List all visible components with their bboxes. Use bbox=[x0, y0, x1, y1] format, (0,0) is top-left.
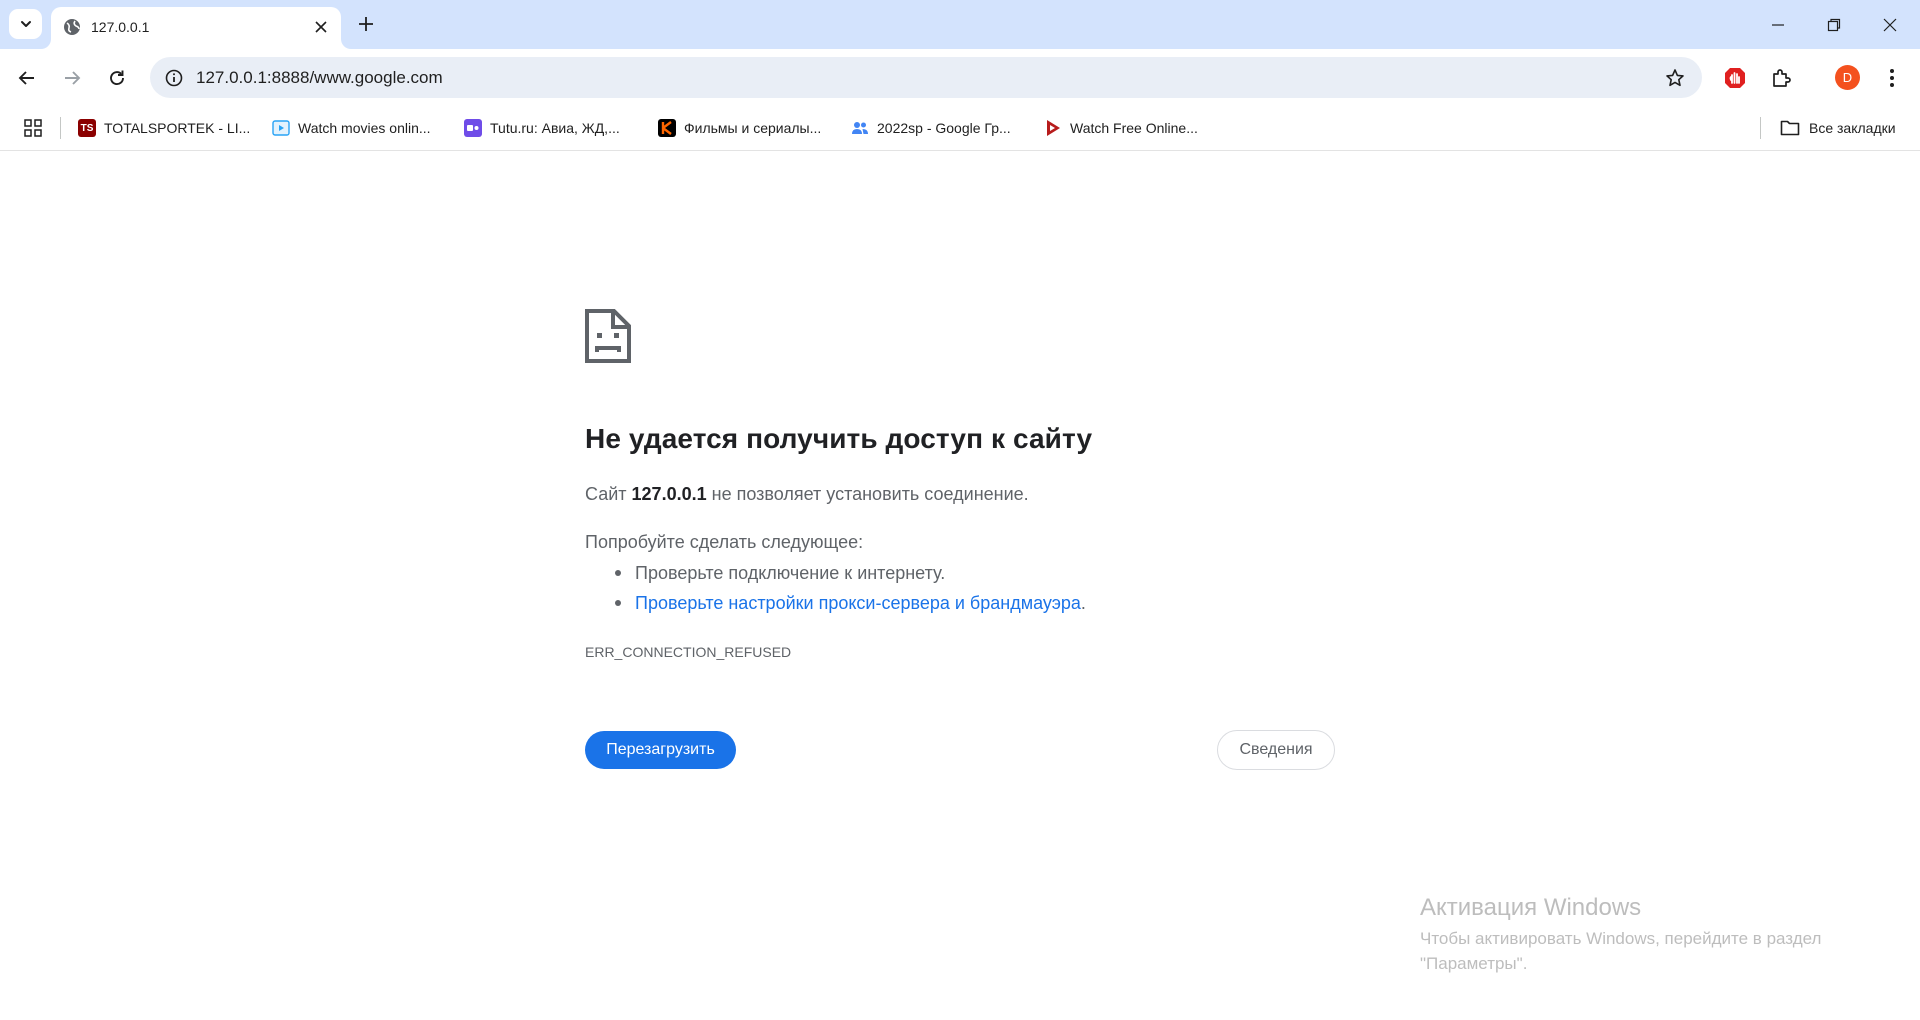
tab-title: 127.0.0.1 bbox=[91, 19, 150, 35]
bookmarks-divider bbox=[1760, 117, 1761, 139]
error-heading: Не удается получить доступ к сайту bbox=[585, 423, 1093, 454]
url-text[interactable]: 127.0.0.1:8888/www.google.com bbox=[196, 68, 443, 88]
error-host: 127.0.0.1 bbox=[631, 484, 707, 504]
chevron-down-icon bbox=[20, 21, 31, 27]
tab-close-button[interactable] bbox=[311, 17, 331, 37]
star-icon bbox=[1666, 69, 1684, 87]
windows-activation-text: Чтобы активировать Windows, перейдите в … bbox=[1420, 929, 1822, 973]
proxy-firewall-link[interactable]: Проверьте настройки прокси-сервера и бра… bbox=[635, 593, 1081, 613]
profile-avatar[interactable]: D bbox=[1835, 65, 1860, 90]
google-groups-icon bbox=[851, 119, 869, 137]
site-info-button[interactable] bbox=[158, 62, 189, 93]
play-logo-icon bbox=[1044, 119, 1062, 137]
adblock-hand-icon bbox=[1725, 68, 1745, 88]
minimize-button[interactable] bbox=[1750, 0, 1806, 49]
totalsportek-icon: TS bbox=[78, 119, 96, 137]
info-icon bbox=[165, 69, 182, 86]
globe-icon bbox=[64, 19, 80, 35]
kinopoisk-icon bbox=[658, 119, 676, 137]
bookmark-label: 2022sp - Google Гр... bbox=[877, 120, 1011, 136]
suggestion-item: Проверьте подключение к интернету. bbox=[585, 562, 1086, 592]
reload-icon bbox=[110, 70, 124, 86]
back-button[interactable] bbox=[11, 62, 43, 94]
bookmark-label: TOTALSPORTEK - LI... bbox=[104, 120, 251, 136]
windows-activation-title: Активация Windows bbox=[1420, 894, 1642, 921]
arrow-right-icon bbox=[65, 71, 81, 85]
restore-icon bbox=[1827, 18, 1841, 31]
error-line-prefix: Сайт bbox=[585, 484, 627, 504]
all-bookmarks-button[interactable]: Все закладки bbox=[1780, 113, 1896, 143]
bookmark-label: Tutu.ru: Авиа, ЖД,... bbox=[490, 120, 620, 136]
bookmark-watch-free[interactable]: Watch Free Online... bbox=[1044, 113, 1198, 143]
reload-button[interactable] bbox=[101, 62, 133, 94]
new-tab-button[interactable] bbox=[352, 10, 380, 38]
puzzle-icon bbox=[1773, 69, 1791, 87]
tab-strip: 127.0.0.1 bbox=[0, 0, 1920, 49]
suggestion-item: Проверьте настройки прокси-сервера и бра… bbox=[585, 592, 1086, 622]
suggestions-heading: Попробуйте сделать следующее: bbox=[585, 532, 864, 552]
all-bookmarks-label: Все закладки bbox=[1809, 120, 1896, 136]
toolbar: 127.0.0.1:8888/www.google.com D bbox=[0, 49, 1920, 108]
error-code: ERR_CONNECTION_REFUSED bbox=[585, 644, 792, 660]
sad-page-icon bbox=[585, 309, 631, 363]
bookmark-watch-movies[interactable]: Watch movies onlin... bbox=[272, 113, 431, 143]
plus-icon bbox=[359, 17, 373, 31]
bookmark-label: Watch movies onlin... bbox=[298, 120, 431, 136]
minimize-icon bbox=[1772, 23, 1784, 26]
close-icon bbox=[315, 21, 327, 33]
play-video-icon bbox=[272, 119, 290, 137]
suggestion-text: Проверьте подключение к интернету. bbox=[635, 563, 946, 583]
reload-page-button[interactable]: Перезагрузить bbox=[585, 731, 736, 769]
bookmark-kinopoisk[interactable]: Фильмы и сериалы... bbox=[658, 113, 821, 143]
folder-icon bbox=[1780, 120, 1800, 136]
bookmark-tutu[interactable]: Tutu.ru: Авиа, ЖД,... bbox=[464, 113, 620, 143]
extensions-button[interactable] bbox=[1765, 62, 1797, 94]
more-vert-icon bbox=[1890, 69, 1894, 87]
suggestion-trailer: . bbox=[1080, 593, 1086, 613]
bookmark-totalsportek[interactable]: TS TOTALSPORTEK - LI... bbox=[78, 113, 250, 143]
apps-button[interactable] bbox=[20, 115, 46, 141]
error-line-suffix: не позволяет установить соединение. bbox=[711, 484, 1029, 504]
tab-search-button[interactable] bbox=[9, 9, 42, 39]
bookmark-label: Watch Free Online... bbox=[1070, 120, 1198, 136]
menu-button[interactable] bbox=[1876, 62, 1908, 94]
close-icon bbox=[1883, 18, 1897, 31]
suggestions-list: Проверьте подключение к интернету. Прове… bbox=[585, 562, 1086, 622]
restore-button[interactable] bbox=[1806, 0, 1862, 49]
address-bar[interactable]: 127.0.0.1:8888/www.google.com bbox=[150, 57, 1702, 98]
bookmark-google-groups[interactable]: 2022sp - Google Гр... bbox=[851, 113, 1011, 143]
apps-grid-icon bbox=[24, 119, 42, 137]
bookmarks-bar: TS TOTALSPORTEK - LI... Watch movies onl… bbox=[0, 108, 1920, 151]
arrow-left-icon bbox=[18, 71, 34, 85]
error-description: Сайт 127.0.0.1 не позволяет установить с… bbox=[585, 484, 1029, 505]
close-window-button[interactable] bbox=[1862, 0, 1918, 49]
tab-active[interactable]: 127.0.0.1 bbox=[51, 7, 341, 49]
forward-button[interactable] bbox=[56, 62, 88, 94]
bookmarks-divider bbox=[60, 117, 61, 139]
bookmark-star-button[interactable] bbox=[1662, 65, 1688, 91]
bookmark-label: Фильмы и сериалы... bbox=[684, 120, 822, 136]
details-button[interactable]: Сведения bbox=[1217, 730, 1335, 770]
tutu-icon bbox=[464, 119, 482, 137]
adblock-extension-button[interactable] bbox=[1719, 62, 1751, 94]
